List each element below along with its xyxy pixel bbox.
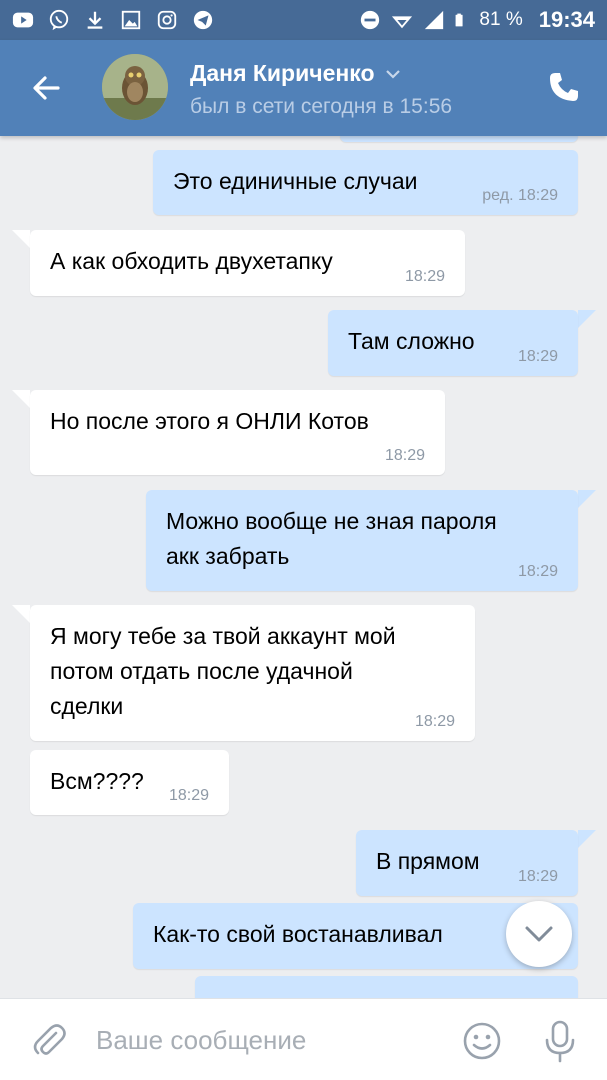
message-bubble-in[interactable]: Всм???? 18:29 <box>30 750 229 815</box>
message-bubble-out[interactable]: Можно вообще не зная пароля акк забрать … <box>146 490 578 591</box>
message-bubble-in[interactable]: Я могу тебе за твой аккаунт мой потом от… <box>30 605 475 741</box>
bubble-tail <box>578 310 596 328</box>
microphone-icon[interactable] <box>540 1019 580 1063</box>
message-text: Там сложно <box>348 328 475 354</box>
message-time: 18:29 <box>517 348 558 365</box>
message-text: Как-то свой востанавливал <box>153 921 443 947</box>
viber-icon <box>49 9 69 31</box>
contact-last-seen: был в сети сегодня в 15:56 <box>190 95 453 118</box>
message-time: 18:29 <box>414 713 455 730</box>
system-indicators: 81 % 19:34 <box>359 7 595 33</box>
message-composer <box>0 998 607 1080</box>
message-time: 18:29 <box>384 447 425 464</box>
signal-icon <box>425 10 444 30</box>
message-time: 18:29 <box>517 868 558 885</box>
status-bar: 81 % 19:34 <box>0 0 607 40</box>
scroll-to-bottom-button[interactable] <box>506 901 572 967</box>
paperclip-icon[interactable] <box>30 1021 68 1059</box>
bubble-tail <box>578 490 596 508</box>
message-text: Это единичные случаи <box>173 168 418 194</box>
message-bubble-out[interactable]: Это единичные случаи ред. 18:29 <box>153 150 578 215</box>
youtube-icon <box>12 12 34 28</box>
notification-icons <box>12 9 214 31</box>
back-arrow-icon[interactable] <box>28 70 64 106</box>
gallery-icon <box>121 10 141 30</box>
message-text: Но после этого я ОНЛИ Котов <box>50 408 369 434</box>
chevron-down-icon <box>385 69 400 79</box>
message-time: 18:29 <box>168 787 209 804</box>
message-bubble-in[interactable]: Но после этого я ОНЛИ Котов 18:29 <box>30 390 445 475</box>
wifi-icon <box>392 16 413 29</box>
message-bubble-partial <box>340 136 578 142</box>
dnd-icon <box>361 10 380 30</box>
message-bubble-partial <box>195 976 578 998</box>
message-time: 18:29 <box>404 268 445 285</box>
message-input[interactable] <box>96 1019 436 1061</box>
owl-photo <box>102 54 168 120</box>
clock: 19:34 <box>538 7 595 32</box>
battery-percent: 81 % <box>479 9 523 30</box>
message-time: 18:29 <box>517 563 558 580</box>
message-text: Можно вообще не зная пароля акк забрать <box>166 508 497 569</box>
bubble-tail <box>12 390 30 408</box>
message-list[interactable]: Это единичные случаи ред. 18:29 А как об… <box>0 136 607 998</box>
chevron-down-icon <box>525 926 553 942</box>
instagram-icon <box>157 10 177 30</box>
telegram-icon <box>193 10 213 30</box>
contact-name-text: Даня Кириченко <box>190 60 375 86</box>
battery-icon <box>455 13 463 27</box>
contact-name[interactable]: Даня Кириченко <box>190 60 401 87</box>
message-bubble-out[interactable]: В прямом 18:29 <box>356 830 578 896</box>
bubble-tail <box>12 605 30 623</box>
avatar[interactable] <box>102 54 168 120</box>
message-time: ред. 18:29 <box>482 187 558 204</box>
message-text: Я могу тебе за твой аккаунт мой потом от… <box>50 623 396 719</box>
message-bubble-in[interactable]: А как обходить двухетапку 18:29 <box>30 230 465 296</box>
message-text: Всм???? <box>50 768 144 794</box>
message-text: А как обходить двухетапку <box>50 248 333 274</box>
message-text: В прямом <box>376 848 480 874</box>
chat-header: Даня Кириченко был в сети сегодня в 15:5… <box>0 40 607 136</box>
emoji-icon[interactable] <box>462 1021 502 1061</box>
bubble-tail <box>578 830 596 848</box>
phone-call-icon[interactable] <box>547 70 581 104</box>
message-bubble-out[interactable]: Там сложно 18:29 <box>328 310 578 376</box>
download-icon <box>87 11 103 29</box>
bubble-tail <box>12 230 30 248</box>
